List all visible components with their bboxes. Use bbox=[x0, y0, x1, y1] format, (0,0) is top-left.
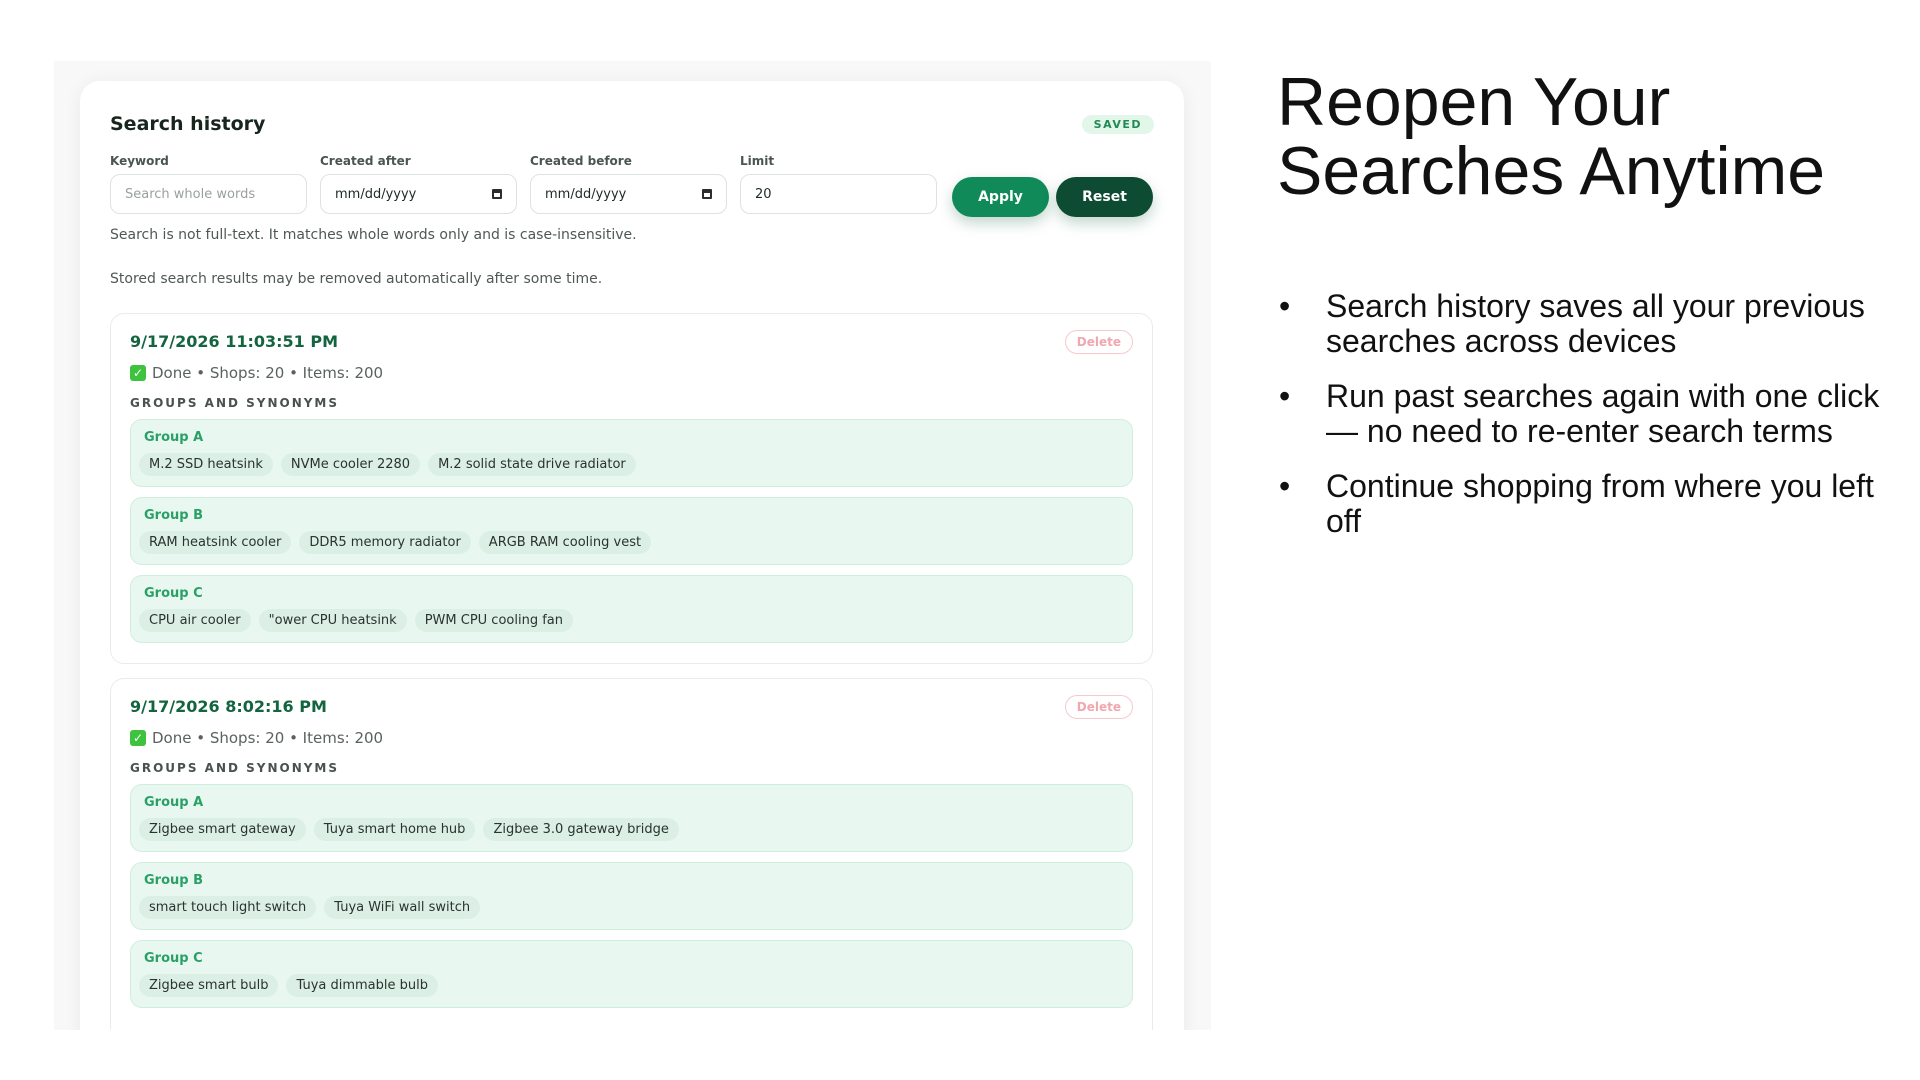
fulltext-note: Search is not full-text. It matches whol… bbox=[110, 227, 637, 243]
calendar-icon[interactable] bbox=[702, 189, 712, 199]
synonym-chip: M.2 SSD heatsink bbox=[139, 453, 273, 476]
slide-title: Reopen Your Searches Anytime bbox=[1277, 68, 1897, 206]
bullet-item: • Search history saves all your previous… bbox=[1279, 289, 1899, 359]
synonym-chip: M.2 solid state drive radiator bbox=[428, 453, 636, 476]
group-name: Group B bbox=[144, 873, 204, 888]
synonym-chip: NVMe cooler 2280 bbox=[280, 453, 421, 476]
limit-label: Limit bbox=[740, 154, 775, 168]
synonym-chip: Tuya dimmable bulb bbox=[286, 974, 438, 997]
search-history-panel: Search history SAVED Keyword Created aft… bbox=[80, 81, 1184, 1030]
feature-bullets: • Search history saves all your previous… bbox=[1279, 289, 1899, 559]
limit-input[interactable]: 20 bbox=[740, 174, 937, 214]
limit-value: 20 bbox=[755, 186, 772, 202]
synonym-group[interactable]: Group A Zigbee smart gateway Tuya smart … bbox=[130, 784, 1133, 852]
reset-button[interactable]: Reset bbox=[1056, 177, 1153, 217]
created-before-value: mm/dd/yyyy bbox=[545, 186, 627, 202]
synonym-chip: RAM heatsink cooler bbox=[139, 531, 292, 554]
apply-button[interactable]: Apply bbox=[952, 177, 1049, 217]
group-name: Group C bbox=[144, 586, 203, 601]
entry-status: ✓ Done • Shops: 20 • Items: 200 bbox=[130, 729, 383, 747]
created-before-input[interactable]: mm/dd/yyyy bbox=[530, 174, 727, 214]
synonym-chip: Tuya smart home hub bbox=[313, 818, 476, 841]
bullet-dot-icon: • bbox=[1279, 378, 1291, 414]
synonym-group[interactable]: Group C Zigbee smart bulb Tuya dimmable … bbox=[130, 940, 1133, 1008]
check-icon: ✓ bbox=[130, 365, 146, 381]
saved-badge: SAVED bbox=[1081, 115, 1154, 134]
bullet-text: Search history saves all your previous s… bbox=[1326, 288, 1865, 359]
panel-title: Search history bbox=[110, 113, 266, 135]
synonym-chip: CPU air cooler bbox=[139, 609, 251, 632]
synonym-group[interactable]: Group A M.2 SSD heatsink NVMe cooler 228… bbox=[130, 419, 1133, 487]
delete-button[interactable]: Delete bbox=[1064, 695, 1133, 719]
synonym-chip: Zigbee smart bulb bbox=[139, 974, 279, 997]
synonym-group[interactable]: Group C CPU air cooler "ower CPU heatsin… bbox=[130, 575, 1133, 643]
created-after-label: Created after bbox=[320, 154, 411, 168]
app-screenshot: Search history SAVED Keyword Created aft… bbox=[54, 61, 1211, 1030]
slide-title-line: Searches Anytime bbox=[1277, 133, 1826, 209]
synonym-chip: "ower CPU heatsink bbox=[258, 609, 407, 632]
history-entry: 9/17/2026 8:02:16 PM Delete ✓ Done • Sho… bbox=[110, 678, 1153, 1030]
bullet-text: Run past searches again with one click —… bbox=[1326, 378, 1880, 449]
synonym-group[interactable]: Group B RAM heatsink cooler DDR5 memory … bbox=[130, 497, 1133, 565]
entry-status-text: Done • Shops: 20 • Items: 200 bbox=[152, 364, 384, 382]
entry-status-text: Done • Shops: 20 • Items: 200 bbox=[152, 729, 384, 747]
entry-status: ✓ Done • Shops: 20 • Items: 200 bbox=[130, 364, 383, 382]
bullet-item: • Continue shopping from where you left … bbox=[1279, 469, 1899, 539]
history-entry: 9/17/2026 11:03:51 PM Delete ✓ Done • Sh… bbox=[110, 313, 1153, 664]
synonym-chip: PWM CPU cooling fan bbox=[414, 609, 573, 632]
created-before-label: Created before bbox=[530, 154, 632, 168]
delete-button[interactable]: Delete bbox=[1064, 330, 1133, 354]
synonym-group[interactable]: Group B smart touch light switch Tuya Wi… bbox=[130, 862, 1133, 930]
group-name: Group A bbox=[144, 430, 204, 445]
groups-heading: GROUPS AND SYNONYMS bbox=[130, 396, 340, 410]
synonym-chip: DDR5 memory radiator bbox=[299, 531, 471, 554]
groups-heading: GROUPS AND SYNONYMS bbox=[130, 761, 340, 775]
bullet-dot-icon: • bbox=[1279, 468, 1291, 504]
entry-timestamp: 9/17/2026 11:03:51 PM bbox=[130, 332, 338, 351]
keyword-placeholder: Search whole words bbox=[125, 186, 256, 202]
bullet-text: Continue shopping from where you left of… bbox=[1326, 468, 1874, 539]
synonym-chip: Zigbee smart gateway bbox=[139, 818, 306, 841]
slide-title-line: Reopen Your bbox=[1277, 64, 1671, 140]
retention-note: Stored search results may be removed aut… bbox=[110, 271, 603, 287]
bullet-item: • Run past searches again with one click… bbox=[1279, 379, 1899, 449]
created-after-input[interactable]: mm/dd/yyyy bbox=[320, 174, 517, 214]
synonym-chip: Zigbee 3.0 gateway bridge bbox=[483, 818, 679, 841]
entry-timestamp: 9/17/2026 8:02:16 PM bbox=[130, 697, 327, 716]
group-name: Group B bbox=[144, 508, 204, 523]
synonym-chip: Tuya WiFi wall switch bbox=[324, 896, 481, 919]
synonym-chip: ARGB RAM cooling vest bbox=[478, 531, 652, 554]
check-icon: ✓ bbox=[130, 730, 146, 746]
calendar-icon[interactable] bbox=[492, 189, 502, 199]
synonym-chip: smart touch light switch bbox=[139, 896, 317, 919]
group-name: Group A bbox=[144, 795, 204, 810]
keyword-label: Keyword bbox=[110, 154, 169, 168]
created-after-value: mm/dd/yyyy bbox=[335, 186, 417, 202]
bullet-dot-icon: • bbox=[1279, 288, 1291, 324]
group-name: Group C bbox=[144, 951, 203, 966]
keyword-input[interactable]: Search whole words bbox=[110, 174, 307, 214]
